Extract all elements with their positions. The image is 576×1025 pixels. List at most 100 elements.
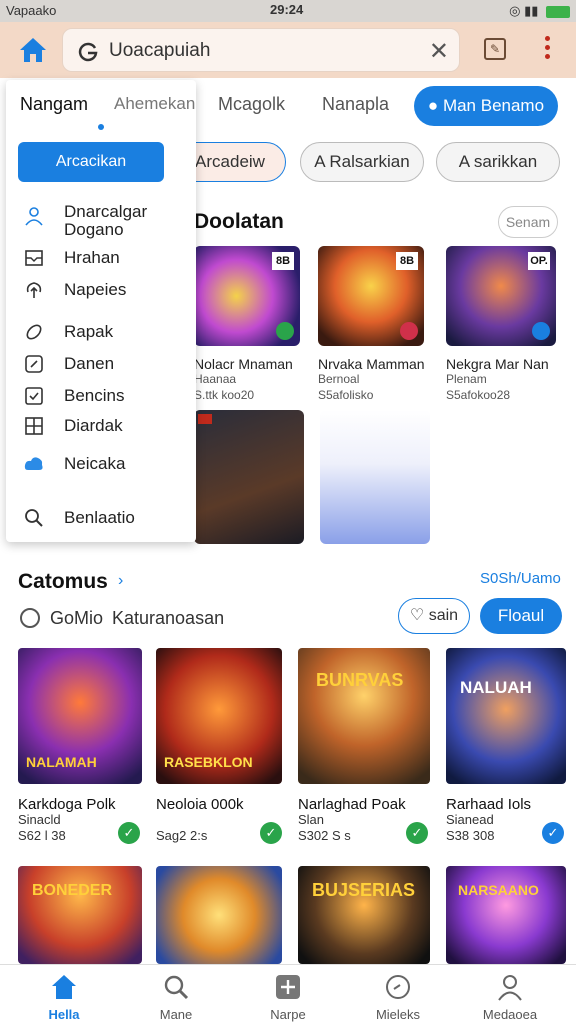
menu-item[interactable]: Diardak [20,412,190,442]
menu-item[interactable]: Dnarcalgar Dogano [20,202,190,239]
menu-item-label: Bencins [64,386,125,405]
clear-icon[interactable]: ✕ [429,37,449,66]
user-icon: ● [427,96,439,115]
chip-a-sarikkan[interactable]: A sarikkan [436,142,560,182]
tab-mcagolk[interactable]: Mcagolk [218,94,285,115]
dropdown-tab[interactable]: Ahemekan [114,94,195,114]
status-icons: ◎ ▮▮ [509,3,570,19]
menu-item-label: Benlaatio [64,508,135,527]
art-title: NALUAH [460,678,532,697]
featured-card-meta: S5afolisko [318,388,374,402]
home-button[interactable] [18,36,48,64]
featured-card-art[interactable]: OP. [446,246,556,346]
nav-label: Mieleks [375,1007,421,1022]
featured-card-sub: Haanaa [194,372,237,386]
menu-item[interactable]: Neicaka [20,450,190,480]
check-icon[interactable]: ✓ [406,822,428,844]
game-subtitle: Sianead [446,812,494,827]
filter-label-2[interactable]: Katuranoasan [112,608,224,629]
dropdown-tab-active[interactable]: Nangam [20,94,88,115]
featured-card-meta: S5afokoo28 [446,388,511,402]
nav-explore[interactable]: Mieleks [358,965,438,1025]
card-tag: OP. [528,252,550,270]
badge-icon [400,322,418,340]
menu-item[interactable]: Bencins [20,382,190,412]
featured-title: Doolatan [194,210,284,233]
menu-item-label: Neicaka [64,454,126,473]
see-all-link[interactable]: S0Sh/Uamo [480,570,561,587]
save-button[interactable]: ♡ sain [398,598,470,634]
nav-profile[interactable]: Medaoea [470,965,550,1025]
bottom-nav: Hella Mane Narpe Mieleks Medaoea [0,964,576,1024]
battery-icon [546,5,570,18]
nav-create[interactable]: Narpe [248,965,328,1025]
search-input[interactable] [109,37,409,65]
game-card-art[interactable]: NALUAH [446,648,566,784]
check-icon[interactable]: ✓ [260,822,282,844]
nav-label: Mane [159,1007,193,1022]
game-card-art[interactable]: NARSAANO [446,866,566,964]
signal-icon: ▮▮ [524,3,539,18]
square-arrow-icon [25,355,43,373]
game-title: Neoloia 000k [156,796,244,813]
search-bar[interactable]: ✕ [62,28,460,72]
menu-item[interactable]: Danen [20,350,190,380]
game-card-art[interactable] [156,866,282,964]
featured-card-art-large[interactable] [194,410,304,544]
nav-search[interactable]: Mane [136,965,216,1025]
featured-card-title: Nrvaka Mamman [318,356,425,372]
game-meta: S62 l 38 [18,828,66,843]
nav-label: Medaoea [482,1007,538,1022]
featured-card-art-large[interactable] [320,410,430,544]
compass-icon [386,975,410,999]
dropdown-primary-button[interactable]: Arcacikan [18,142,164,182]
nav-home[interactable]: Hella [24,965,104,1025]
tab-nanapla[interactable]: Nanapla [322,94,389,115]
featured-card-meta: S.ttk koo20 [194,388,255,402]
art-title: BUJSERIAS [312,880,416,900]
menu-item[interactable]: Napeies [20,276,190,306]
menu-item[interactable]: Benlaatio [20,504,190,534]
search-icon [164,975,189,1000]
game-card-art[interactable]: BUJSERIAS [298,866,430,964]
login-button[interactable]: ● Man Benamo [414,86,558,126]
featured-card-title: Nekgra Mar Nan [446,356,549,372]
game-card-art[interactable]: NALAMAH [18,648,142,784]
card-tag: 8B [272,252,294,270]
art-title: BONEDER [32,882,113,899]
link-icon [26,324,42,340]
inbox-icon [25,250,43,266]
catalog-title: Catomus [18,570,108,593]
game-title: Narlaghad Poak [298,796,406,813]
home-icon [52,975,76,999]
edit-icon[interactable]: ✎ [484,38,506,60]
featured-card-art[interactable]: 8B [318,246,424,346]
game-card-art[interactable]: BUNRVAS [298,648,430,784]
game-subtitle: Slan [298,812,325,827]
check-icon[interactable]: ✓ [542,822,564,844]
follow-button[interactable]: Floaul [480,598,562,634]
dropdown-menu: Nangam Ahemekan Arcacikan Dnarcalgar Dog… [6,80,196,542]
red-tag-icon [198,414,212,424]
wifi-icon: ◎ [509,3,521,18]
chevron-right-icon[interactable]: › [118,572,123,590]
featured-more-button[interactable]: Senam [498,206,558,238]
more-menu-icon[interactable] [540,36,554,66]
filter-label-1[interactable]: GoMio [50,608,103,629]
menu-item[interactable]: Hrahan [20,244,190,274]
game-card-art[interactable]: BONEDER [18,866,142,964]
menu-item[interactable]: Rapak [20,318,190,348]
grid-icon [25,417,43,435]
art-title: BUNRVAS [316,670,404,690]
profile-icon [498,975,522,1001]
check-icon [276,322,294,340]
menu-item-label: Diardak [64,416,123,435]
upload-icon [26,282,42,298]
game-card-art[interactable]: RASEBKLON [156,648,282,784]
game-meta: S302 S s [298,828,351,843]
person-icon [25,207,43,226]
check-icon[interactable]: ✓ [118,822,140,844]
chip-a-ralsarkian[interactable]: A Ralsarkian [300,142,424,182]
featured-card-art[interactable]: 8B [194,246,300,346]
top-bar: ✕ ✎ [0,22,576,78]
